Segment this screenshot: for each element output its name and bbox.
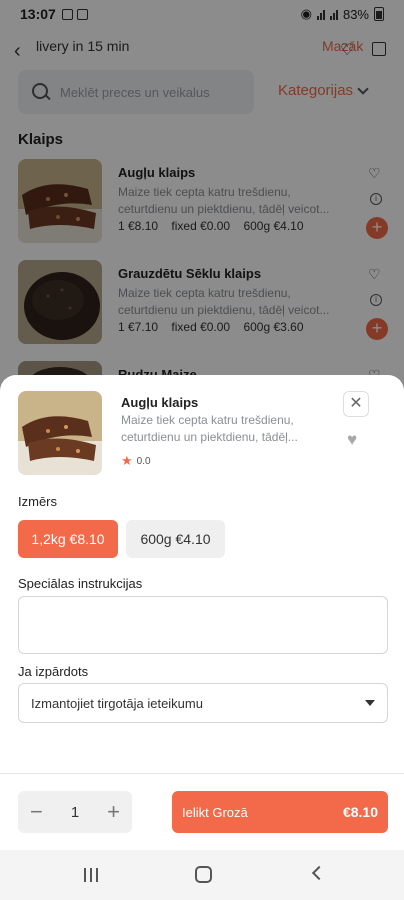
product-options-sheet: Augļu klaips Maize tiek cepta katru treš… (0, 375, 404, 850)
dropdown-caret-icon (365, 700, 375, 706)
divider (0, 773, 404, 774)
instructions-label: Speciālas instrukcijas (18, 576, 143, 591)
sheet-product-name: Augļu klaips (121, 395, 199, 410)
favorite-heart-icon[interactable]: ♥ (347, 430, 357, 450)
home-icon[interactable] (195, 866, 212, 883)
sheet-product-description: Maize tiek cepta katru trešdienu, ceturt… (121, 412, 321, 446)
quantity-stepper[interactable]: − 1 + (18, 791, 132, 833)
instructions-textarea[interactable] (18, 596, 388, 654)
sold-out-value: Izmantojiet tirgotāja ieteikumu (31, 695, 203, 711)
cart-price: €8.10 (342, 804, 378, 820)
close-button[interactable]: ✕ (343, 391, 369, 417)
sold-out-select[interactable]: Izmantojiet tirgotāja ieteikumu (18, 683, 388, 723)
recent-apps-icon[interactable] (84, 868, 98, 882)
cart-label: Ielikt Grozā (182, 804, 248, 820)
add-to-cart-button[interactable]: Ielikt Grozā €8.10 (172, 791, 388, 833)
size-option[interactable]: 600g €4.10 (126, 520, 225, 558)
rating-value: 0.0 (136, 455, 151, 467)
size-label: Izmērs (18, 494, 57, 509)
desc-line-2: ceturtdienu un piektdienu, tādēļ... (121, 430, 298, 444)
star-icon: ★ (121, 453, 133, 468)
sheet-product-image (18, 391, 102, 475)
plus-icon[interactable]: + (107, 801, 120, 823)
sold-out-label: Ja izpārdots (18, 664, 89, 679)
close-icon: ✕ (349, 395, 363, 412)
quantity-value: 1 (70, 803, 80, 821)
desc-line-1: Maize tiek cepta katru trešdienu, (121, 413, 294, 427)
minus-icon[interactable]: − (30, 801, 43, 823)
size-option-selected[interactable]: 1,2kg €8.10 (18, 520, 118, 558)
rating: ★ 0.0 (121, 453, 151, 469)
